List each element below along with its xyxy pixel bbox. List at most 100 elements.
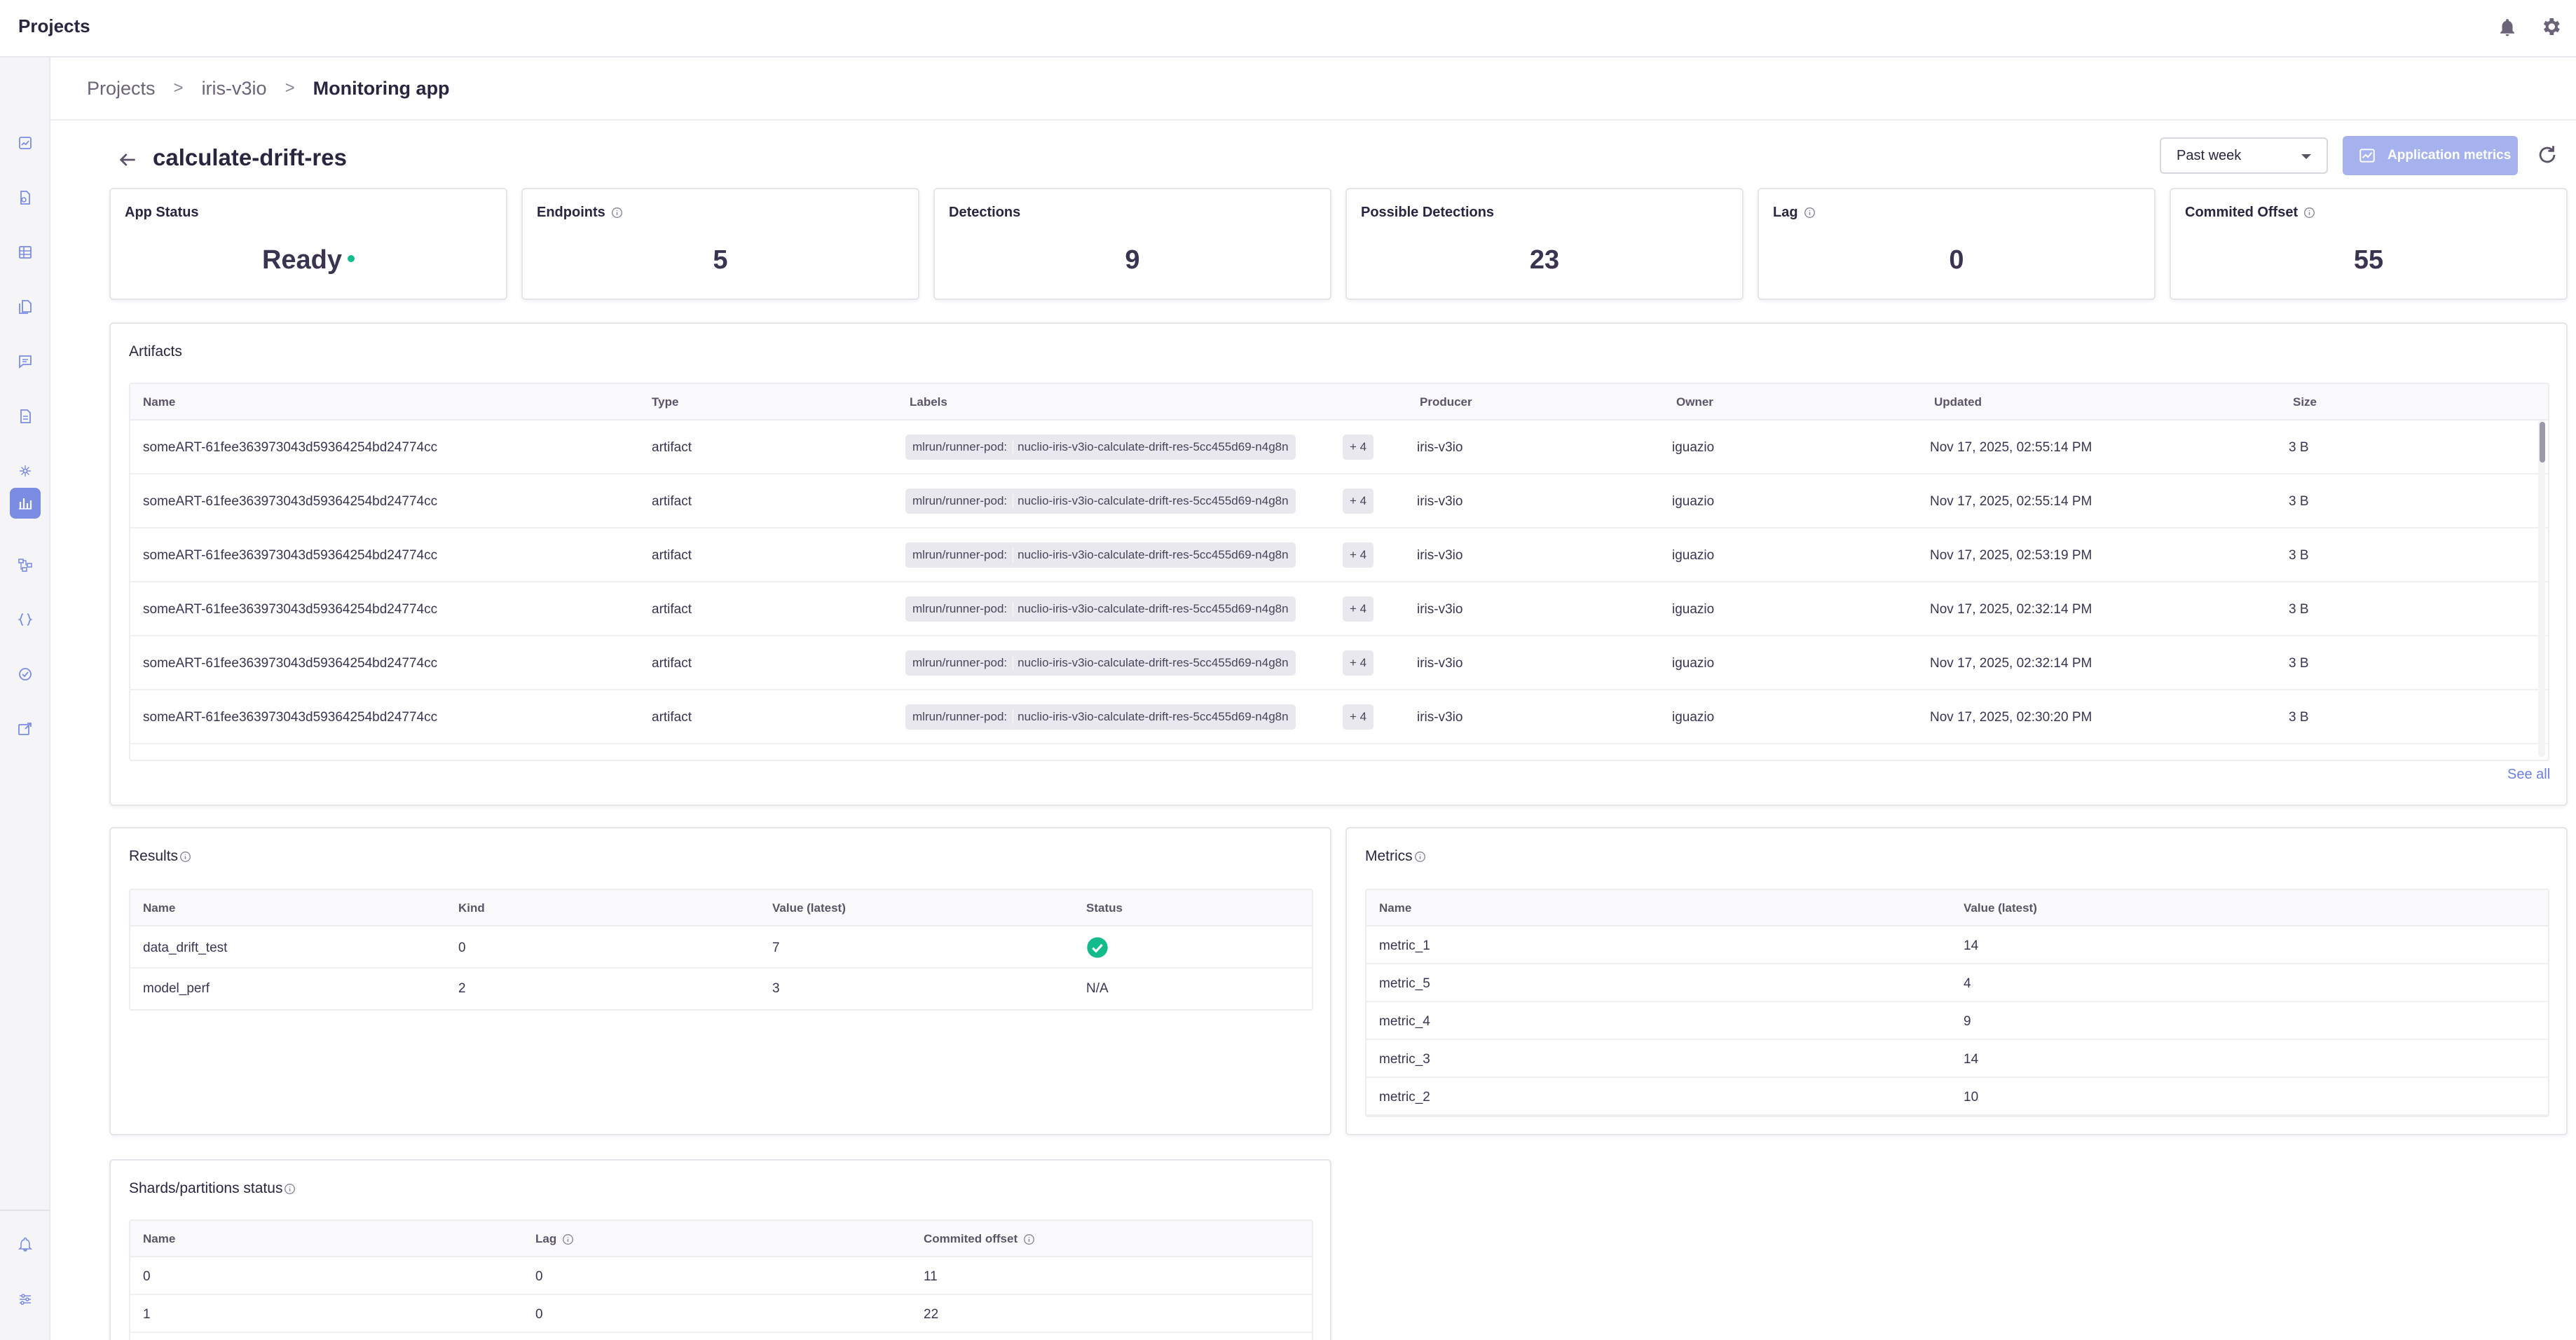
artifact-name[interactable]: someART-61fee363973043d59364254bd24774cc	[143, 710, 437, 725]
result-status: N/A	[1086, 981, 1109, 996]
metric-value: 14	[1964, 938, 1979, 953]
nav-jobs[interactable]	[10, 659, 41, 690]
more-labels-chip[interactable]: + 4	[1343, 488, 1373, 514]
info-icon[interactable]	[1804, 207, 1816, 219]
back-arrow-icon[interactable]	[116, 149, 139, 171]
shards-title-text: Shards/partitions status	[129, 1180, 283, 1196]
more-labels-chip[interactable]: + 4	[1343, 650, 1373, 676]
label-chip[interactable]: mlrun/runner-pod: nuclio-iris-v3io-calcul…	[905, 488, 1296, 514]
more-labels-chip[interactable]: + 4	[1343, 596, 1373, 622]
scrollbar-track[interactable]	[2538, 421, 2545, 757]
info-icon[interactable]	[562, 1233, 574, 1245]
nav-table[interactable]	[10, 237, 41, 268]
info-icon[interactable]	[284, 1183, 296, 1195]
col-lag[interactable]: Lag	[535, 1232, 574, 1246]
col-name[interactable]: Name	[143, 901, 175, 915]
col-name[interactable]: Name	[143, 1232, 175, 1246]
nav-settings[interactable]	[10, 1284, 41, 1315]
col-name[interactable]: Name	[1379, 901, 1411, 915]
col-labels[interactable]: Labels	[910, 395, 947, 409]
nav-datasets[interactable]	[10, 401, 41, 432]
artifact-name[interactable]: someART-61fee363973043d59364254bd24774cc	[143, 548, 437, 563]
application-metrics-button[interactable]: Application metrics	[2343, 136, 2518, 175]
artifact-updated: Nov 17, 2025, 02:32:14 PM	[1930, 602, 2092, 617]
gear-icon[interactable]	[2540, 15, 2562, 38]
label-chip[interactable]: mlrun/runner-pod: nuclio-iris-v3io-calcul…	[905, 435, 1296, 460]
refresh-icon[interactable]	[2535, 143, 2559, 167]
artifact-name[interactable]: someART-61fee363973043d59364254bd24774cc	[143, 602, 437, 617]
alerts-icon	[18, 1237, 32, 1252]
time-range-select[interactable]: Past week	[2160, 137, 2328, 174]
nav-chat[interactable]	[10, 346, 41, 377]
nav-api-gateway[interactable]	[10, 713, 41, 744]
col-offset-label: Commited offset	[924, 1232, 1018, 1245]
table-row[interactable]: someART-61fee363973043d59364254bd24774cc…	[130, 636, 2548, 690]
table-row[interactable]: someART-61fee363973043d59364254bd24774cc…	[130, 474, 2548, 528]
table-row: data_drift_test 0 7	[130, 927, 1312, 969]
col-value[interactable]: Value (latest)	[1964, 901, 2037, 915]
artifact-name[interactable]: someART-61fee363973043d59364254bd24774cc	[143, 440, 437, 456]
label-chip[interactable]: mlrun/runner-pod: nuclio-iris-v3io-calcul…	[905, 542, 1296, 568]
card-detections: Detections 9	[933, 188, 1331, 300]
table-row[interactable]: someART-61fee363973043d59364254bd24774cc…	[130, 421, 2548, 474]
col-owner[interactable]: Owner	[1676, 395, 1713, 409]
table-row[interactable]: someART-61fee363973043d59364254bd24774cc…	[130, 582, 2548, 636]
col-producer[interactable]: Producer	[1420, 395, 1472, 409]
metric-value: 9	[1964, 1014, 1971, 1029]
shard-name: 1	[143, 1307, 151, 1322]
artifact-owner: iguazio	[1672, 548, 1715, 563]
functions-icon	[18, 613, 33, 626]
artifact-updated: Nov 17, 2025, 02:30:20 PM	[1930, 710, 2092, 725]
info-icon[interactable]	[1023, 1233, 1035, 1245]
nav-models[interactable]	[10, 456, 41, 486]
scrollbar-thumb[interactable]	[2540, 422, 2545, 463]
more-labels-chip[interactable]: + 4	[1343, 435, 1373, 460]
info-icon[interactable]	[1414, 851, 1426, 863]
info-icon[interactable]	[611, 207, 623, 219]
col-type[interactable]: Type	[652, 395, 678, 409]
card-label: App Status	[125, 205, 199, 221]
table-row[interactable]: someART-61fee363973043d59364254bd24774cc…	[130, 528, 2548, 582]
artifact-name[interactable]: someART-61fee363973043d59364254bd24774cc	[143, 656, 437, 671]
nav-files[interactable]	[10, 182, 41, 213]
info-icon[interactable]	[179, 851, 191, 863]
artifact-type: artifact	[652, 440, 692, 455]
nav-dashboard[interactable]	[10, 128, 41, 158]
shards-table: Name Lag Commited offset 0 0 11 1 0 22	[129, 1219, 1313, 1340]
artifact-name[interactable]: someART-61fee363973043d59364254bd24774cc	[143, 494, 437, 510]
nav-alerts[interactable]	[10, 1229, 41, 1260]
col-lag-label: Lag	[535, 1232, 557, 1245]
col-size[interactable]: Size	[2293, 395, 2317, 409]
label-chip[interactable]: mlrun/runner-pod: nuclio-iris-v3io-calcul…	[905, 650, 1296, 676]
col-updated[interactable]: Updated	[1934, 395, 1982, 409]
col-name[interactable]: Name	[143, 395, 175, 409]
more-labels-chip[interactable]: + 4	[1343, 542, 1373, 568]
info-icon[interactable]	[2303, 207, 2315, 219]
table-row: 1 0 22	[130, 1295, 1312, 1333]
col-status[interactable]: Status	[1086, 901, 1123, 915]
label-chip[interactable]: mlrun/runner-pod: nuclio-iris-v3io-calcul…	[905, 596, 1296, 622]
label-chip[interactable]: mlrun/runner-pod: nuclio-iris-v3io-calcul…	[905, 704, 1296, 730]
table-row[interactable]: someART-61fee363973043d59364254bd24774cc…	[130, 690, 2548, 744]
nav-monitoring[interactable]	[10, 488, 41, 519]
breadcrumb-projects[interactable]: Projects	[87, 78, 156, 100]
nav-functions[interactable]	[10, 604, 41, 635]
col-value[interactable]: Value (latest)	[772, 901, 846, 915]
nav-documents[interactable]	[10, 292, 41, 322]
chat-icon	[19, 355, 32, 369]
artifacts-table: Name Type Labels Producer Owner Updated …	[129, 383, 2549, 761]
table-header: Name Kind Value (latest) Status	[130, 890, 1312, 927]
more-labels-chip[interactable]: + 4	[1343, 704, 1373, 730]
metrics-panel: Metrics Name Value (latest) metric_1 14 me…	[1345, 827, 2568, 1135]
nav-workflow[interactable]	[10, 549, 41, 580]
col-offset[interactable]: Commited offset	[924, 1232, 1035, 1246]
breadcrumb-project[interactable]: iris-v3io	[202, 78, 267, 100]
card-label-text: Possible Detections	[1361, 205, 1495, 220]
artifact-owner: iguazio	[1672, 494, 1715, 509]
bell-icon[interactable]	[2497, 17, 2518, 38]
card-label: Detections	[949, 205, 1020, 221]
workflow-icon	[18, 559, 32, 572]
see-all-link[interactable]: See all	[2507, 767, 2550, 783]
col-kind[interactable]: Kind	[458, 901, 485, 915]
shard-lag: 0	[535, 1307, 543, 1322]
